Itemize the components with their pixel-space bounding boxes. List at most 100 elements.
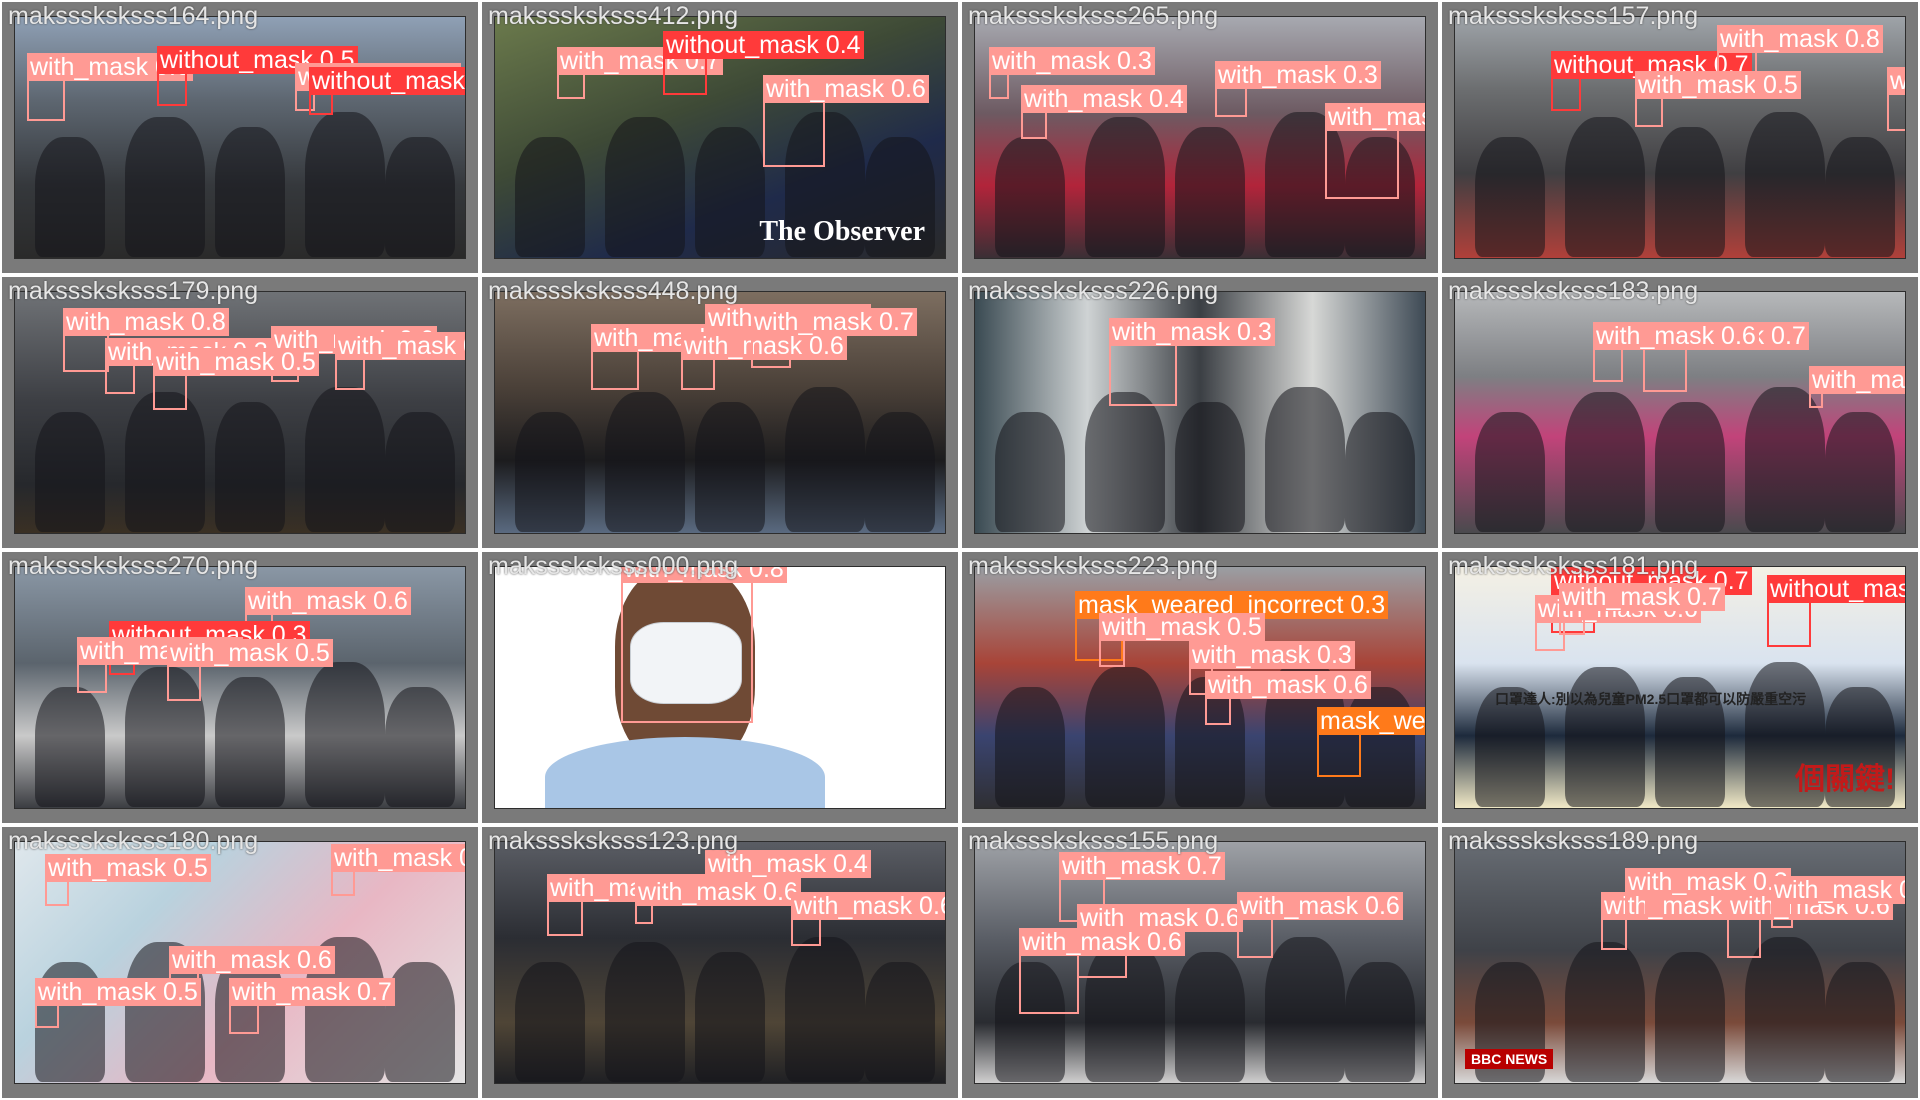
person-silhouette <box>385 687 455 807</box>
person-silhouette <box>1345 412 1415 532</box>
detection-box: with_mask 0.6 <box>27 53 193 121</box>
detection-box: with_mask 0.3 <box>1625 868 1791 920</box>
detection-label: with_mask 0.8 <box>1717 25 1883 53</box>
detection-box: with_mask 0.5 <box>45 854 211 906</box>
person-silhouette <box>305 112 385 257</box>
detection-label: with_mask 0.7 <box>229 978 395 1006</box>
image-filename: maksssksksss412.png <box>488 2 739 30</box>
detection-box: with_mask 0.5 <box>1099 613 1265 667</box>
person-silhouette <box>1565 117 1645 257</box>
photo: with_mask 0.7 with_mask 0.6 with_mask 0.6 w… <box>974 841 1426 1084</box>
photo: with_mask 0.8 <box>494 566 946 809</box>
detection-box: with_mask 0.3 <box>1109 318 1275 406</box>
photo: 口罩達人:別以為兒童PM2.5口罩都可以防嚴重空污 個關鍵! without_mas… <box>1454 566 1906 809</box>
person-silhouette <box>1565 942 1645 1082</box>
detection-label: with_mask 0.5 <box>1809 366 1905 394</box>
detection-label: with_mask 0.3 <box>1625 868 1791 896</box>
person-silhouette <box>515 137 585 257</box>
photo: mask_weared_incorrect 0.3 with_mask 0.5 wi… <box>974 566 1426 809</box>
detection-label: with_mask 0.7 <box>1059 852 1225 880</box>
image-tile: with_mask 0.8with_mask 0.3 with_mask 0.6 w… <box>0 275 480 550</box>
detection-label: without_mask 0.7 <box>1767 575 1905 603</box>
detection-box: without_mask 0.7 <box>1551 51 1752 111</box>
image-filename: maksssksksss180.png <box>8 827 259 855</box>
detection-label: with_mask 0.7 <box>751 308 917 336</box>
photo: with_mask 0.6 with_mask 0.4 with_mask 0.6 w… <box>494 841 946 1084</box>
detection-label: with_mask 0.3 <box>1109 318 1275 346</box>
detection-label: with_mask 0.6 <box>763 75 929 103</box>
image-tile: mask_weared_incorrect 0.3 with_mask 0.5 wi… <box>960 550 1440 825</box>
person-silhouette <box>995 412 1065 532</box>
person-silhouette <box>1085 392 1165 532</box>
detection-label: with_mask 0.5 <box>1771 876 1905 904</box>
detection-box: with_mask 0.8 <box>1717 25 1883 95</box>
detection-box: with_mask 0.6 <box>335 332 465 390</box>
photo: with_mask 0.5 with_mask 0.6 with_mask 0.6 w… <box>14 841 466 1084</box>
image-tile: with_mask 0.6 with_mask 0.4 with_mask 0.6 w… <box>480 825 960 1100</box>
detection-label: without_mask 0.3 <box>309 67 465 95</box>
person-silhouette <box>1655 952 1725 1082</box>
detection-box: with_mask 0.7 <box>591 324 757 390</box>
person-silhouette <box>1825 412 1895 532</box>
person-silhouette <box>1345 962 1415 1082</box>
detection-box: with_mask 0.7 <box>1559 583 1725 635</box>
image-filename: maksssksksss179.png <box>8 277 259 305</box>
person-silhouette <box>1085 667 1165 807</box>
detection-box: with_mask 0.8 <box>621 567 787 723</box>
image-filename: maksssksksss223.png <box>968 552 1219 580</box>
person-silhouette <box>125 392 205 532</box>
detection-box: with_mask 0.7 <box>557 47 723 99</box>
image-tile: without_mask 0.7 with_mask 0.5 with_mask 0… <box>1440 0 1920 275</box>
person-silhouette <box>1085 117 1165 257</box>
person-silhouette <box>305 662 385 807</box>
person-silhouette <box>695 402 765 532</box>
person-silhouette <box>515 962 585 1082</box>
image-filename: maksssksksss123.png <box>488 827 739 855</box>
detection-label: with_mask 0.3 <box>989 47 1155 75</box>
detection-label: without_mask 0.4 <box>663 31 864 59</box>
person-silhouette <box>1265 387 1345 532</box>
image-filename: maksssksksss000.png <box>488 552 739 580</box>
detection-label: with_mask 0.6 <box>1019 928 1185 956</box>
detection-box: with_mask 0.5 <box>153 348 319 410</box>
detection-label: with_mask 0.4 <box>1021 85 1187 113</box>
detection-box: with_mask 0.6 <box>1325 103 1425 199</box>
person-silhouette <box>605 117 685 257</box>
person-silhouette <box>1825 962 1895 1082</box>
detection-box: without_mask 0.5 <box>157 46 358 106</box>
detection-box: mask_weared_incorrect 0.6 <box>1317 707 1425 777</box>
person-silhouette <box>1565 667 1645 807</box>
image-filename: maksssksksss183.png <box>1448 277 1699 305</box>
image-filename: maksssksksss448.png <box>488 277 739 305</box>
photo: BBC NEWS with_mask 0.6 with_mask 0.6 with_m… <box>1454 841 1906 1084</box>
image-filename: maksssksksss265.png <box>968 2 1219 30</box>
image-tile: BBC NEWS with_mask 0.6 with_mask 0.6 with_m… <box>1440 825 1920 1100</box>
detection-label: with_mask 0.6 <box>1593 322 1759 350</box>
image-tile: with_mask 0.8 maksssksksss000.png <box>480 550 960 825</box>
detection-box: with_mask 0.5 <box>1809 366 1905 408</box>
detection-box: without_mask 0.7 <box>1767 575 1905 647</box>
photo: with_mask 0.3 <box>974 291 1426 534</box>
image-filename: maksssksksss181.png <box>1448 552 1699 580</box>
person-silhouette <box>215 402 285 532</box>
detection-box: with_mask 0.7 <box>1887 67 1905 131</box>
detection-box: with_mask 0.5 <box>1635 71 1801 127</box>
detection-label: with_mask 0.7 <box>1559 583 1725 611</box>
person-silhouette <box>1175 402 1245 532</box>
detection-box: with_mask 0.6 <box>1593 322 1759 382</box>
photo: with_mask 0.7with_mask 0.6 with_mask 0.5 <box>1454 291 1906 534</box>
person-silhouette <box>995 687 1065 807</box>
person-silhouette <box>1265 937 1345 1082</box>
detection-label: with_mask 0.6 <box>169 946 335 974</box>
image-tile: with_mask 0.7 with_mask 0.6 with_mask 0.6 w… <box>960 825 1440 1100</box>
person-silhouette <box>1745 387 1825 532</box>
person-silhouette <box>995 137 1065 257</box>
detection-label: with_mask 0.3 <box>1215 61 1381 89</box>
person-silhouette <box>385 412 455 532</box>
person-silhouette <box>1745 112 1825 257</box>
photo: without_mask 0.7 with_mask 0.5 with_mask 0… <box>1454 16 1906 259</box>
image-filename: maksssksksss157.png <box>1448 2 1699 30</box>
detection-box: with_mask 0.6 <box>681 332 847 390</box>
image-tile: with_mask 0.5 with_mask 0.6 with_mask 0.6 w… <box>0 825 480 1100</box>
person-silhouette <box>35 412 105 532</box>
